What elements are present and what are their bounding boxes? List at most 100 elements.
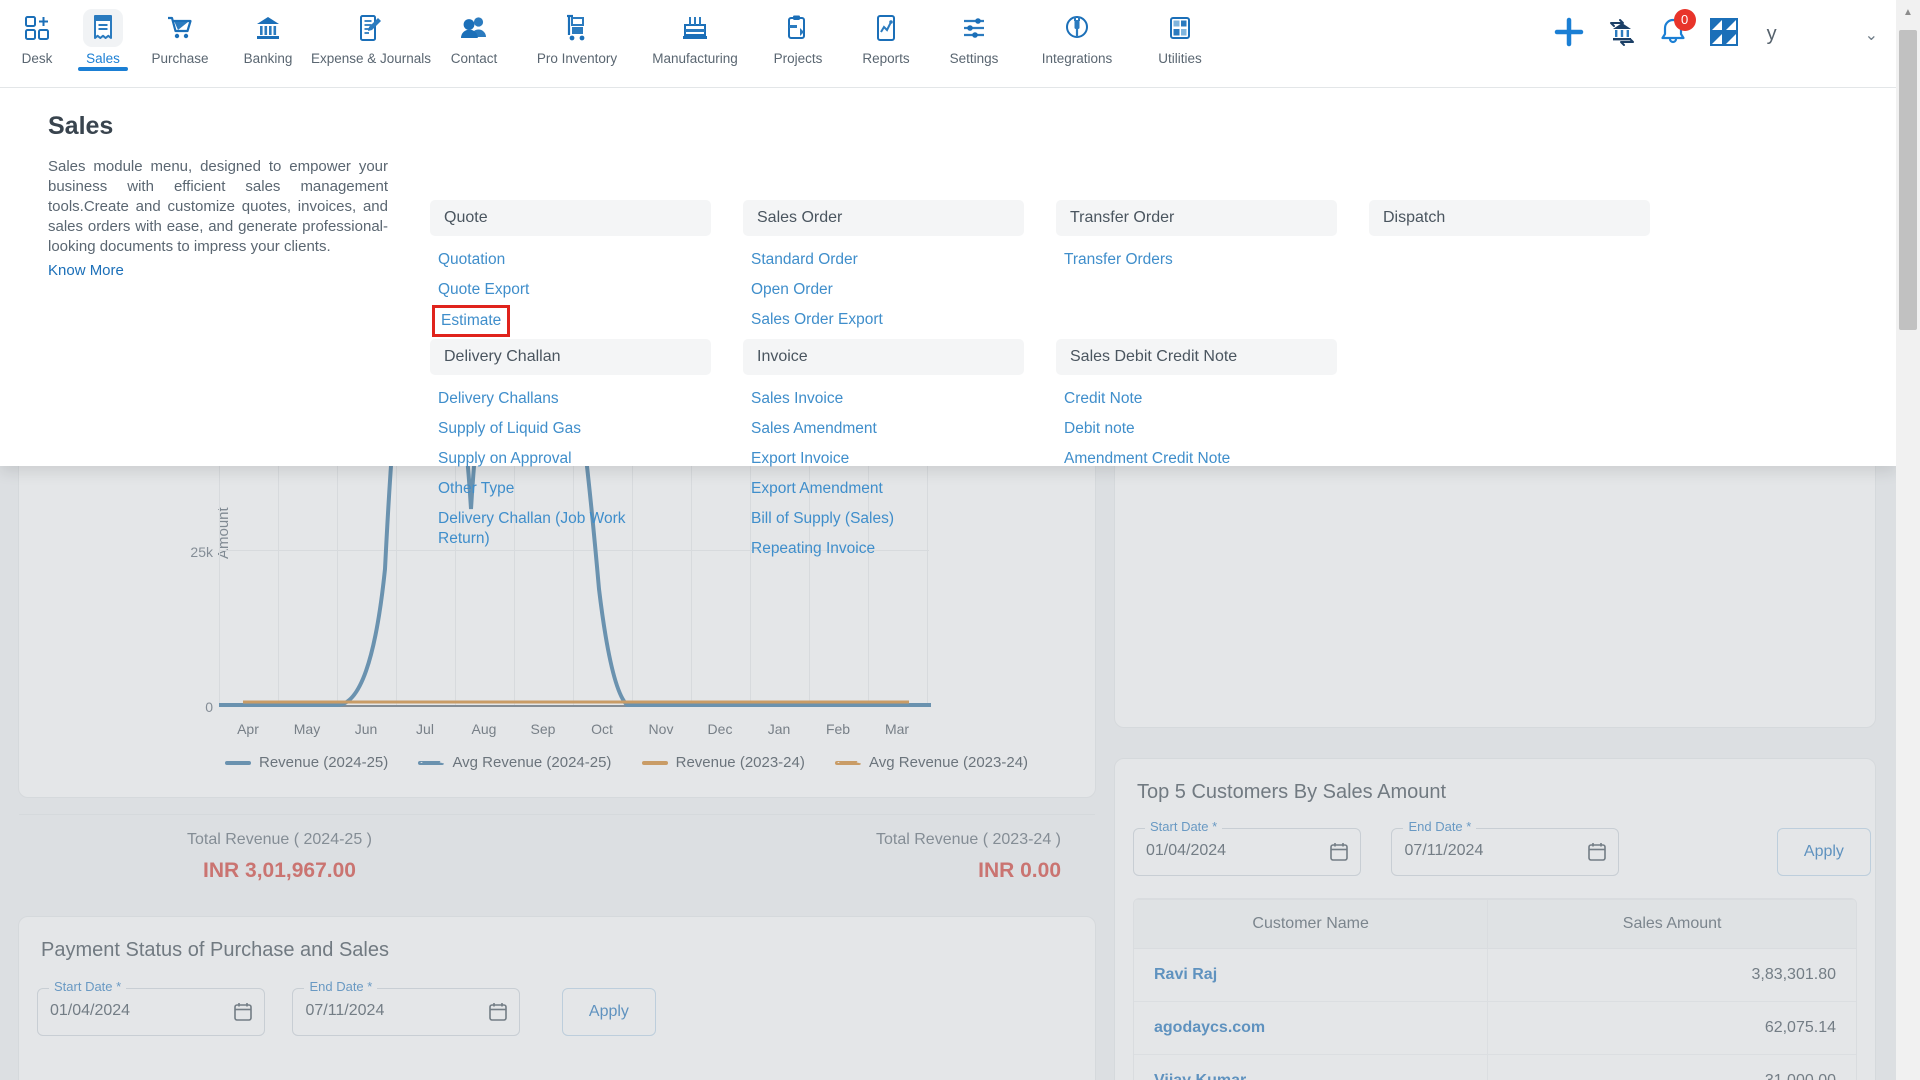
nav-item-pro-inventory[interactable]: Pro Inventory <box>518 0 636 66</box>
legend-item[interactable]: Revenue (2023-24) <box>641 752 805 774</box>
nav-item-integrations[interactable]: Integrations <box>1018 0 1136 66</box>
customer-name[interactable]: Vijay Kumar <box>1134 1054 1488 1080</box>
customers-apply-button[interactable]: Apply <box>1776 828 1871 876</box>
calendar-icon[interactable] <box>1588 842 1607 861</box>
customer-name[interactable]: agodaycs.com <box>1134 1001 1488 1055</box>
menu-link-delivery-challan-job-work-return[interactable]: Delivery Challan (Job Work Return) <box>430 504 645 554</box>
menu-link-credit-note[interactable]: Credit Note <box>1056 384 1337 414</box>
menu-link-delivery-challans[interactable]: Delivery Challans <box>430 384 711 414</box>
payment-apply-button[interactable]: Apply <box>561 988 656 1036</box>
notification-count-badge: 0 <box>1673 9 1696 31</box>
purchase-cart-icon <box>160 9 200 47</box>
scrollbar-thumb[interactable] <box>1899 30 1917 330</box>
nav-label: Projects <box>773 51 823 66</box>
scroll-up-arrow-icon[interactable]: ▲ <box>1896 0 1920 24</box>
table-row[interactable]: Vijay Kumar 31,000.00 <box>1134 1054 1856 1080</box>
payment-start-date-field[interactable]: Start Date * 01/04/2024 <box>37 979 265 1036</box>
sales-mega-menu: Sales Sales module menu, designed to emp… <box>0 88 1896 557</box>
calendar-icon[interactable] <box>489 1002 508 1021</box>
nav-label: Sales <box>86 51 120 66</box>
menu-link-repeating-invoice[interactable]: Repeating Invoice <box>743 534 1024 564</box>
calendar-icon[interactable] <box>1330 842 1348 861</box>
customers-end-date-field[interactable]: End Date * 07/11/2024 <box>1391 819 1620 876</box>
apps-grid-icon[interactable] <box>1709 17 1739 52</box>
menu-link-supply-on-approval[interactable]: Supply on Approval <box>430 444 711 474</box>
column-heading-transfer-order: Transfer Order <box>1056 200 1337 236</box>
legend-item[interactable]: Avg Revenue (2023-24) <box>835 752 1028 774</box>
nav-item-manufacturing[interactable]: Manufacturing <box>636 0 754 66</box>
chart-xtick-may: May <box>293 721 321 737</box>
mega-menu-column-quote: Quote Quotation Quote Export Estimate <box>430 200 711 337</box>
column-heading-quote: Quote <box>430 200 711 236</box>
know-more-link[interactable]: Know More <box>48 262 124 279</box>
legend-item[interactable]: Revenue (2024-25) <box>225 752 388 774</box>
menu-link-estimate[interactable]: Estimate <box>432 305 511 337</box>
user-initial-avatar[interactable]: y <box>1761 23 1783 46</box>
reports-chart-icon <box>866 9 906 47</box>
legend-label: Avg Revenue (2023-24) <box>869 754 1029 771</box>
chart-xtick-mar: Mar <box>884 721 910 737</box>
table-row[interactable]: agodaycs.com 62,075.14 <box>1134 1001 1856 1055</box>
menu-link-export-invoice[interactable]: Export Invoice <box>743 444 1024 474</box>
total-label: Total Revenue ( 2024-25 ) <box>187 831 372 848</box>
legend-label: Avg Revenue (2024-25) <box>452 754 612 771</box>
nav-item-utilities[interactable]: Utilities <box>1136 0 1224 66</box>
nav-item-projects[interactable]: Projects <box>754 0 842 66</box>
nav-item-banking[interactable]: Banking <box>224 0 312 66</box>
menu-link-sales-order-export[interactable]: Sales Order Export <box>743 305 1024 335</box>
plus-icon[interactable] <box>1553 16 1585 53</box>
legend-swatch-dashed-orange-icon <box>835 761 862 765</box>
customer-name[interactable]: Ravi Raj <box>1134 948 1488 1002</box>
menu-link-sales-amendment[interactable]: Sales Amendment <box>743 414 1024 444</box>
customer-sales-amount: 31,000.00 <box>1487 1054 1856 1080</box>
nav-item-sales[interactable]: Sales <box>70 0 136 71</box>
legend-item[interactable]: Avg Revenue (2024-25) <box>418 752 611 774</box>
menu-link-standard-order[interactable]: Standard Order <box>743 245 1024 275</box>
menu-link-supply-of-liquid-gas[interactable]: Supply of Liquid Gas <box>430 414 711 444</box>
legend-label: Revenue (2024-25) <box>259 754 389 771</box>
menu-link-other-type[interactable]: Other Type <box>430 474 711 504</box>
payment-end-date-field[interactable]: End Date * 07/11/2024 <box>292 979 521 1036</box>
customers-table: Customer Name Sales Amount Ravi Raj 3,83… <box>1134 899 1856 1080</box>
menu-link-bill-of-supply-sales[interactable]: Bill of Supply (Sales) <box>743 504 1024 534</box>
chevron-down-icon[interactable]: ⌄ <box>1805 25 1878 45</box>
nav-label: Integrations <box>1041 51 1113 66</box>
payment-start-date-value: 01/04/2024 <box>50 1002 131 1019</box>
nav-item-purchase[interactable]: Purchase <box>136 0 224 66</box>
nav-item-expense-journals[interactable]: Expense & Journals <box>311 0 431 66</box>
menu-link-sales-invoice[interactable]: Sales Invoice <box>743 384 1024 414</box>
menu-link-amendment-credit-note[interactable]: Amendment Credit Note <box>1056 444 1337 474</box>
calendar-icon[interactable] <box>234 1002 252 1021</box>
menu-link-quote-export[interactable]: Quote Export <box>430 275 711 305</box>
customers-start-date-label: Start Date * <box>1145 819 1223 834</box>
desk-grid-icon <box>17 9 57 47</box>
menu-link-export-amendment[interactable]: Export Amendment <box>743 474 1024 504</box>
mega-menu-column-sales-order: Sales Order Standard Order Open Order Sa… <box>743 200 1024 335</box>
nav-item-reports[interactable]: Reports <box>842 0 930 66</box>
menu-link-debit-note[interactable]: Debit note <box>1056 414 1337 444</box>
payment-end-date-label: End Date * <box>304 979 378 994</box>
menu-link-quotation[interactable]: Quotation <box>430 245 711 275</box>
total-revenue-2023-24: Total Revenue ( 2023-24 ) INR 0.00 <box>540 815 1095 883</box>
legend-label: Revenue (2023-24) <box>675 754 805 771</box>
customers-start-date-field[interactable]: Start Date * 01/04/2024 <box>1133 819 1361 876</box>
mega-menu-column-sales-debit-credit-note: Sales Debit Credit Note Credit Note Debi… <box>1056 339 1337 474</box>
nav-item-settings[interactable]: Settings <box>930 0 1018 66</box>
chart-xtick-nov: Nov <box>648 721 674 737</box>
integrations-plug-icon <box>1057 9 1097 47</box>
table-row[interactable]: Ravi Raj 3,83,301.80 <box>1134 948 1856 1002</box>
top-navigation-bar: Desk Sales Purchase Banking Expense & Jo… <box>0 0 1896 88</box>
notification-bell-icon[interactable]: 0 <box>1659 9 1696 52</box>
page-scrollbar[interactable]: ▲ <box>1896 0 1920 1080</box>
menu-link-transfer-orders[interactable]: Transfer Orders <box>1056 245 1337 275</box>
chart-xtick-sep: Sep <box>530 721 556 737</box>
bank-transfer-icon[interactable] <box>1607 17 1637 52</box>
column-heading-sales-order: Sales Order <box>743 200 1024 236</box>
menu-link-open-order[interactable]: Open Order <box>743 275 1024 305</box>
nav-item-contact[interactable]: Contact <box>430 0 518 66</box>
column-header-customer-name: Customer Name <box>1134 899 1488 949</box>
chart-xtick-dec: Dec <box>707 721 733 737</box>
mega-menu-title: Sales <box>48 112 114 140</box>
nav-label: Manufacturing <box>652 51 738 66</box>
nav-item-desk[interactable]: Desk <box>4 0 70 66</box>
